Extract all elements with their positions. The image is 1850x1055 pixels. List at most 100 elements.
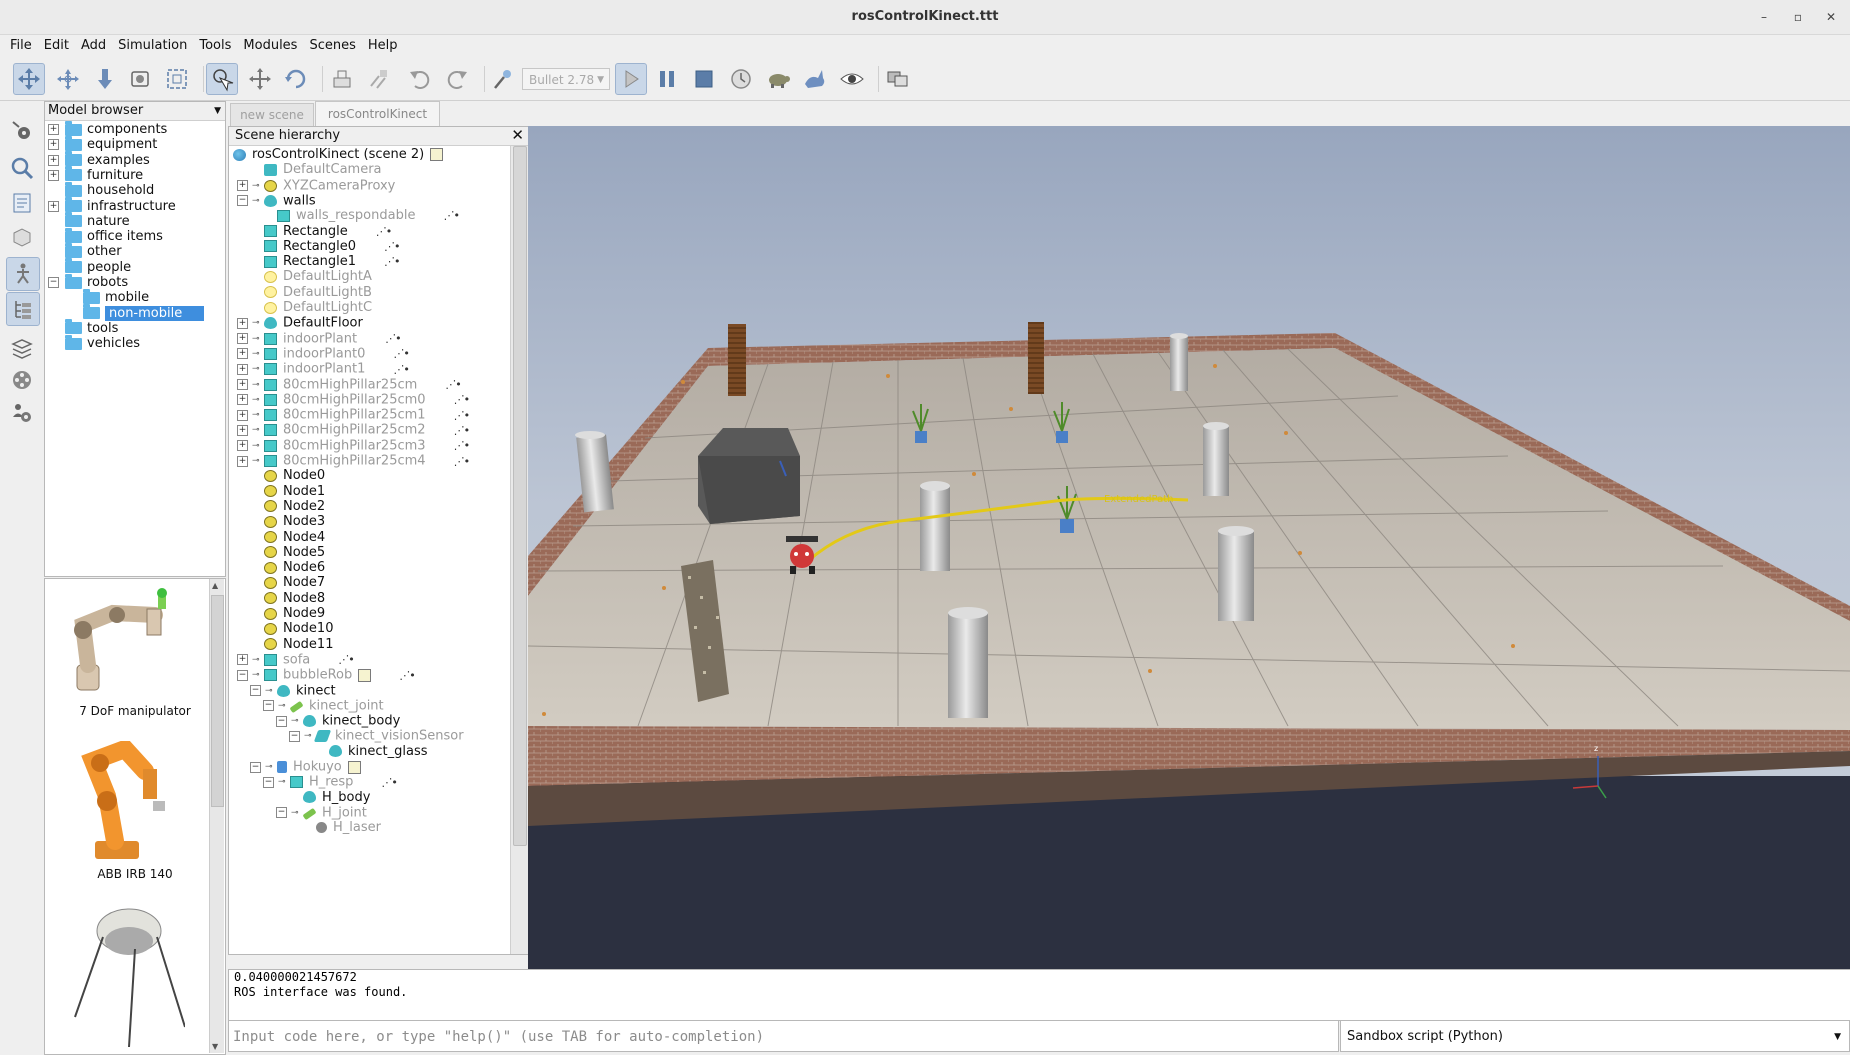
real-time-icon[interactable]: [725, 63, 757, 95]
thumb-delta-robot[interactable]: [65, 897, 186, 1054]
thumbnails-scrollbar[interactable]: ▲ ▼: [209, 579, 224, 1053]
expand-icon[interactable]: +: [237, 379, 248, 390]
folder-icon: [65, 181, 82, 197]
folder-icon: [65, 212, 82, 228]
restore-button[interactable]: ▫: [1789, 8, 1807, 26]
menu-add[interactable]: Add: [75, 35, 112, 56]
expand-icon[interactable]: +: [237, 180, 248, 192]
close-window-button[interactable]: ✕: [1822, 8, 1840, 26]
hierarchy-node[interactable]: H_laser: [289, 819, 381, 837]
scroll-up-icon[interactable]: ▲: [212, 581, 218, 590]
dummy-icon: [264, 592, 277, 605]
expand-icon[interactable]: +: [237, 409, 248, 421]
thumb-abb-irb-140[interactable]: [65, 738, 185, 869]
hierarchy-node-label: indoorPlant1: [283, 361, 366, 377]
collapse-icon[interactable]: −: [48, 277, 59, 288]
model-folder-label: people: [87, 259, 132, 275]
zoom-icon[interactable]: [6, 152, 38, 184]
expand-icon[interactable]: +: [237, 654, 248, 666]
collapse-icon[interactable]: −: [263, 776, 274, 788]
script-mode-value: Sandbox script (Python): [1347, 1029, 1503, 1044]
model-browser-icon[interactable]: [6, 257, 40, 291]
expand-icon[interactable]: +: [237, 348, 248, 360]
undo-icon[interactable]: [404, 63, 436, 95]
video-recorder-icon[interactable]: [6, 364, 38, 396]
collapse-icon[interactable]: −: [276, 715, 287, 727]
collapse-icon[interactable]: −: [276, 807, 287, 819]
fit-to-view-icon[interactable]: [161, 63, 193, 95]
chevron-down-icon[interactable]: ▼: [1834, 1021, 1841, 1053]
collapse-icon[interactable]: −: [250, 761, 261, 773]
menu-scenes[interactable]: Scenes: [303, 35, 361, 56]
object-shift-icon[interactable]: [244, 63, 276, 95]
collapse-icon[interactable]: −: [250, 685, 261, 696]
tab-new-scene[interactable]: new scene: [230, 103, 314, 127]
model-browser-header[interactable]: Model browser ▼: [45, 102, 225, 121]
transfer-dna-icon[interactable]: [362, 63, 394, 95]
user-settings-icon[interactable]: [6, 397, 38, 429]
expand-icon[interactable]: +: [237, 455, 248, 467]
thumb-7dof-manipulator[interactable]: [65, 585, 185, 698]
expand-icon[interactable]: +: [237, 394, 248, 406]
menu-edit[interactable]: Edit: [38, 35, 75, 56]
physics-engine-icon[interactable]: [487, 63, 519, 95]
expand-icon[interactable]: +: [48, 154, 59, 166]
menu-tools[interactable]: Tools: [193, 35, 237, 56]
play-icon[interactable]: [615, 63, 647, 95]
physics-engine-select[interactable]: Bullet 2.78 ▼: [522, 68, 610, 90]
slow-down-icon[interactable]: [762, 63, 794, 95]
code-input-field[interactable]: Input code here, or type "help()" (use T…: [228, 1020, 1339, 1052]
collapse-icon[interactable]: −: [237, 195, 248, 207]
simulation-settings-icon[interactable]: [6, 115, 38, 147]
expand-icon[interactable]: +: [237, 363, 248, 375]
camera-rotate-icon[interactable]: [52, 63, 84, 95]
menu-modules[interactable]: Modules: [237, 35, 303, 56]
dynamics-icon: ⋰•: [381, 775, 397, 789]
camera-shift-icon[interactable]: [89, 63, 121, 95]
assemble-icon[interactable]: [326, 63, 358, 95]
menu-simulation[interactable]: Simulation: [112, 35, 193, 56]
scene-viewport[interactable]: ExtendedPath z: [528, 126, 1850, 969]
pause-icon[interactable]: [651, 63, 683, 95]
camera-pan-icon[interactable]: [13, 63, 45, 95]
script-attachment-icon[interactable]: [430, 148, 444, 161]
speed-up-icon[interactable]: [799, 63, 831, 95]
stop-icon[interactable]: [688, 63, 720, 95]
thumbnails-scroll-thumb[interactable]: [211, 595, 224, 807]
expand-icon[interactable]: +: [237, 333, 248, 345]
tab-roscontrolkinect[interactable]: rosControlKinect: [315, 101, 440, 126]
scene-hierarchy-scrollbar[interactable]: [510, 146, 528, 954]
script-attachment-icon[interactable]: [347, 760, 361, 774]
object-rotate-icon[interactable]: [280, 63, 312, 95]
hierarchy-node-label: 80cmHighPillar25cm3: [283, 438, 426, 454]
chevron-down-icon[interactable]: ▼: [214, 102, 221, 120]
script-mode-select[interactable]: Sandbox script (Python) ▼: [1340, 1020, 1850, 1052]
click-select-icon[interactable]: [206, 63, 238, 95]
page-selector-icon[interactable]: [882, 63, 914, 95]
collapse-icon[interactable]: −: [263, 700, 274, 712]
expand-icon[interactable]: +: [48, 200, 59, 212]
expand-icon[interactable]: +: [48, 139, 59, 151]
expand-icon[interactable]: +: [237, 424, 248, 436]
minimize-button[interactable]: –: [1755, 8, 1773, 26]
scroll-down-icon[interactable]: ▼: [212, 1042, 218, 1051]
visualization-icon[interactable]: [836, 63, 868, 95]
redo-icon[interactable]: [441, 63, 473, 95]
shape-edit-icon[interactable]: [6, 221, 38, 253]
expand-icon[interactable]: +: [237, 317, 248, 329]
camera-angle-icon[interactable]: [124, 63, 156, 95]
expand-icon[interactable]: +: [48, 124, 59, 135]
expand-icon[interactable]: +: [237, 440, 248, 452]
close-icon[interactable]: ✕: [511, 127, 524, 144]
scene-hierarchy-scroll-thumb[interactable]: [513, 146, 527, 846]
layers-icon[interactable]: [6, 332, 38, 364]
menu-file[interactable]: File: [0, 35, 38, 56]
collapse-icon[interactable]: −: [289, 730, 300, 742]
scene-hierarchy-icon[interactable]: [6, 292, 40, 326]
menu-help[interactable]: Help: [362, 35, 404, 56]
scripts-icon[interactable]: [6, 187, 38, 219]
expand-icon[interactable]: +: [48, 169, 59, 181]
model-folder-vehicles[interactable]: vehicles: [48, 334, 140, 353]
script-attachment-icon[interactable]: [358, 668, 372, 682]
collapse-icon[interactable]: −: [237, 669, 248, 681]
